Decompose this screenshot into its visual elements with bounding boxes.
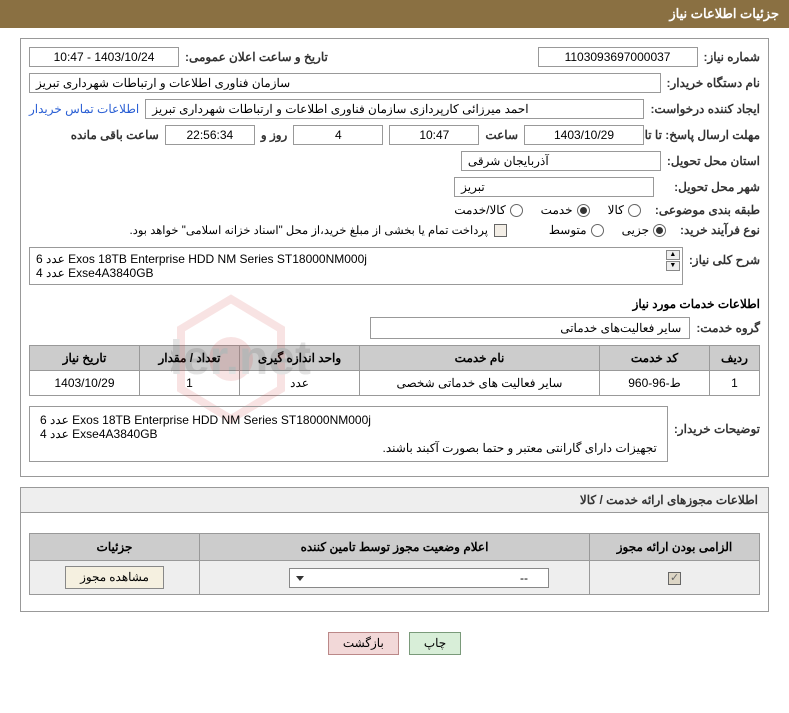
category-both-radio[interactable]: کالا/خدمت	[454, 203, 522, 217]
buyer-org-label: نام دستگاه خریدار:	[667, 76, 761, 90]
category-label: طبقه بندی موضوعی:	[655, 203, 760, 217]
city-label: شهر محل تحویل:	[674, 180, 760, 194]
requester-value: احمد میرزائی کارپردازی سازمان فناوری اطل…	[145, 99, 644, 119]
th-name: نام خدمت	[360, 346, 600, 371]
payment-note: پرداخت تمام یا بخشی از مبلغ خرید،از محل …	[130, 223, 488, 237]
buyer-desc-line1: 6 عدد Exos 18TB Enterprise HDD NM Series…	[40, 413, 657, 427]
announce-date-label: تاریخ و ساعت اعلان عمومی:	[185, 50, 328, 64]
th-mandatory: الزامی بودن ارائه مجوز	[590, 534, 760, 561]
buyer-org-value: سازمان فناوری اطلاعات و ارتباطات شهرداری…	[29, 73, 661, 93]
th-row: ردیف	[710, 346, 760, 371]
page-header: جزئیات اطلاعات نیاز	[0, 0, 789, 28]
textarea-scroll[interactable]: ▲▼	[666, 250, 680, 271]
need-number-label: شماره نیاز:	[704, 50, 760, 64]
purchase-minor-radio[interactable]: جزیی	[622, 223, 666, 237]
td-name: سایر فعالیت های خدماتی شخصی	[360, 371, 600, 396]
buyer-contact-link[interactable]: اطلاعات تماس خریدار	[29, 102, 139, 116]
th-code: کد خدمت	[600, 346, 710, 371]
announce-date-value: 1403/10/24 - 10:47	[29, 47, 179, 67]
td-unit: عدد	[240, 371, 360, 396]
services-info-title: اطلاعات خدمات مورد نیاز	[29, 291, 760, 317]
th-date: تاریخ نیاز	[30, 346, 140, 371]
purchase-medium-radio[interactable]: متوسط	[549, 223, 604, 237]
days-text: روز و	[261, 128, 288, 142]
back-button[interactable]: بازگشت	[328, 632, 399, 655]
view-permit-button[interactable]: مشاهده مجوز	[65, 566, 164, 589]
permit-table: الزامی بودن ارائه مجوز اعلام وضعیت مجوز …	[29, 533, 760, 595]
td-qty: 1	[140, 371, 240, 396]
th-details: جزئیات	[30, 534, 200, 561]
days-remaining-value: 4	[293, 125, 383, 145]
status-select-value: --	[520, 571, 528, 585]
status-select[interactable]: --	[289, 568, 549, 588]
treasury-payment-checkbox[interactable]	[494, 224, 507, 237]
city-value: تبریز	[454, 177, 654, 197]
permit-row: -- مشاهده مجوز	[30, 561, 760, 595]
td-code: ط-96-960	[600, 371, 710, 396]
permit-section-header: اطلاعات مجوزهای ارائه خدمت / کالا	[20, 487, 769, 512]
category-service-radio[interactable]: خدمت	[541, 203, 590, 217]
permit-section-body: الزامی بودن ارائه مجوز اعلام وضعیت مجوز …	[20, 512, 769, 612]
deadline-date-value: 1403/10/29	[524, 125, 644, 145]
general-desc-textarea[interactable]: 6 عدد Exos 18TB Enterprise HDD NM Series…	[29, 247, 683, 285]
th-unit: واحد اندازه گیری	[240, 346, 360, 371]
th-qty: تعداد / مقدار	[140, 346, 240, 371]
deadline-time-value: 10:47	[389, 125, 479, 145]
buyer-desc-box: 6 عدد Exos 18TB Enterprise HDD NM Series…	[29, 406, 668, 462]
buyer-desc-line3: تجهیزات دارای گارانتی معتبر و حتما بصورت…	[40, 441, 657, 455]
general-desc-line2: 4 عدد Exse4A3840GB	[36, 266, 662, 280]
category-service-label: خدمت	[541, 203, 573, 217]
purchase-minor-label: جزیی	[622, 223, 649, 237]
deadline-label: مهلت ارسال پاسخ: تا تاریخ:	[650, 128, 760, 142]
service-group-value: سایر فعالیت‌های خدماتی	[370, 317, 690, 339]
province-label: استان محل تحویل:	[667, 154, 760, 168]
main-form: AriaTender.net شماره نیاز: 1103093697000…	[20, 38, 769, 477]
th-status: اعلام وضعیت مجوز توسط تامین کننده	[200, 534, 590, 561]
remaining-text: ساعت باقی مانده	[71, 128, 159, 142]
services-table: ردیف کد خدمت نام خدمت واحد اندازه گیری ت…	[29, 345, 760, 396]
table-row: 1 ط-96-960 سایر فعالیت های خدماتی شخصی ع…	[30, 371, 760, 396]
requester-label: ایجاد کننده درخواست:	[650, 102, 760, 116]
td-date: 1403/10/29	[30, 371, 140, 396]
category-goods-label: کالا	[608, 203, 624, 217]
purchase-type-radio-group: جزیی متوسط	[549, 223, 666, 237]
service-group-label: گروه خدمت:	[696, 321, 760, 335]
general-desc-label: شرح کلی نیاز:	[689, 253, 760, 267]
need-number-value: 1103093697000037	[538, 47, 698, 67]
category-radio-group: کالا خدمت کالا/خدمت	[454, 203, 641, 217]
mandatory-checkbox[interactable]	[668, 572, 681, 585]
category-both-label: کالا/خدمت	[454, 203, 505, 217]
td-row: 1	[710, 371, 760, 396]
purchase-type-label: نوع فرآیند خرید:	[680, 223, 760, 237]
province-value: آذربایجان شرقی	[461, 151, 661, 171]
buyer-desc-line2: 4 عدد Exse4A3840GB	[40, 427, 657, 441]
category-goods-radio[interactable]: کالا	[608, 203, 641, 217]
print-button[interactable]: چاپ	[409, 632, 461, 655]
footer-buttons: چاپ بازگشت	[0, 622, 789, 673]
general-desc-line1: 6 عدد Exos 18TB Enterprise HDD NM Series…	[36, 252, 662, 266]
buyer-desc-label: توضیحات خریدار:	[674, 422, 760, 436]
time-label: ساعت	[485, 128, 518, 142]
countdown-value: 22:56:34	[165, 125, 255, 145]
purchase-medium-label: متوسط	[549, 223, 587, 237]
